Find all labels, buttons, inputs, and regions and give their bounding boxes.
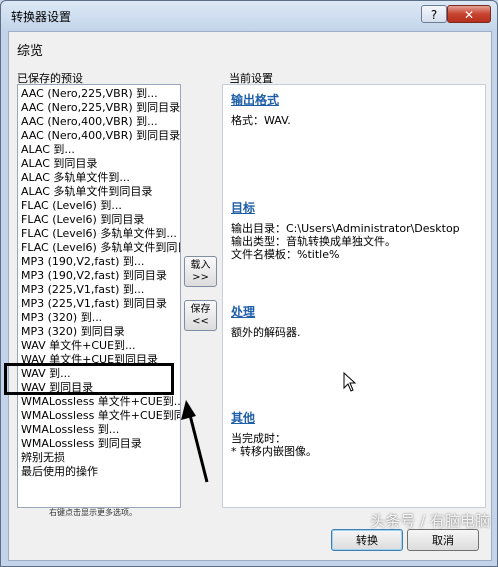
watermark: 头条号 / 有脑电脑 [370, 512, 490, 530]
mouse-cursor-icon [343, 372, 357, 392]
annotation-arrow-icon [181, 400, 209, 483]
